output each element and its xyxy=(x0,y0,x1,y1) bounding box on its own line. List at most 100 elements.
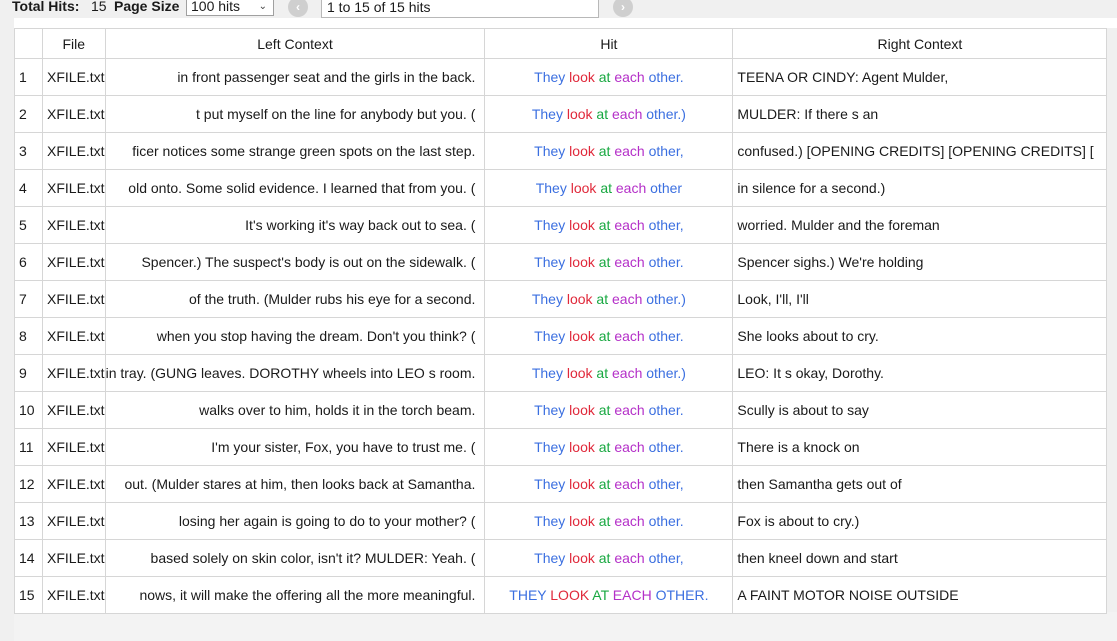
cell-right-context[interactable]: There is a knock on xyxy=(732,428,1108,466)
cell-right-context[interactable]: then Samantha gets out of xyxy=(732,465,1108,503)
hit-word: each xyxy=(614,69,645,85)
cell-right-context[interactable]: confused.) [OPENING CREDITS] [OPENING CR… xyxy=(732,132,1108,170)
cell-file[interactable]: XFILE.txt xyxy=(42,280,106,318)
table-row[interactable]: 12 XFILE.txt out. (Mulder stares at him, t… xyxy=(14,465,1108,503)
left-gutter xyxy=(0,18,14,641)
cell-right-context[interactable]: Fox is about to cry.) xyxy=(732,502,1108,540)
table-row[interactable]: 9 XFILE.txt in tray. (GUNG leaves. DOROTHY… xyxy=(14,354,1108,392)
cell-left-context[interactable]: nows, it will make the offering all the … xyxy=(104,576,486,614)
cell-file[interactable]: XFILE.txt xyxy=(42,502,106,540)
cell-left-context[interactable]: of the truth. (Mulder rubs his eye for a… xyxy=(104,280,486,318)
row-number: 7 xyxy=(14,280,43,318)
cell-hit[interactable]: They look at each other.) xyxy=(484,95,734,133)
cell-left-context[interactable]: t put myself on the line for anybody but… xyxy=(104,95,486,133)
cell-hit[interactable]: They look at each other. xyxy=(484,428,734,466)
cell-right-context[interactable]: worried. Mulder and the foreman xyxy=(732,206,1108,244)
cell-hit[interactable]: They look at each other, xyxy=(484,539,734,577)
table-row[interactable]: 5 XFILE.txt It's working it's way back out… xyxy=(14,206,1108,244)
cell-left-context[interactable]: based solely on skin color, isn't it? MU… xyxy=(104,539,486,577)
cell-left-context[interactable]: It's working it's way back out to sea. ( xyxy=(104,206,486,244)
cell-hit[interactable]: They look at each other. xyxy=(484,391,734,429)
table-row[interactable]: 1 XFILE.txt in front passenger seat and th… xyxy=(14,58,1108,96)
cell-file[interactable]: XFILE.txt xyxy=(42,576,106,614)
table-row[interactable]: 10 XFILE.txt walks over to him, holds it i… xyxy=(14,391,1108,429)
cell-left-context[interactable]: in front passenger seat and the girls in… xyxy=(104,58,486,96)
cell-left-context[interactable]: old onto. Some solid evidence. I learned… xyxy=(104,169,486,207)
cell-left-context[interactable]: in tray. (GUNG leaves. DOROTHY wheels in… xyxy=(104,354,486,392)
cell-right-context[interactable]: Spencer sighs.) We're holding xyxy=(732,243,1108,281)
table-row[interactable]: 13 XFILE.txt losing her again is going to … xyxy=(14,502,1108,540)
cell-left-context[interactable]: I'm your sister, Fox, you have to trust … xyxy=(104,428,486,466)
cell-left-context[interactable]: losing her again is going to do to your … xyxy=(104,502,486,540)
cell-file[interactable]: XFILE.txt xyxy=(42,539,106,577)
cell-file[interactable]: XFILE.txt xyxy=(42,317,106,355)
page-size-select[interactable]: 100 hits ⌄ xyxy=(186,0,274,16)
table-row[interactable]: 4 XFILE.txt old onto. Some solid evidence.… xyxy=(14,169,1108,207)
hit-word: They xyxy=(534,439,566,455)
cell-hit[interactable]: They look at each other, xyxy=(484,132,734,170)
cell-hit[interactable]: They look at each other.) xyxy=(484,280,734,318)
cell-left-context[interactable]: out. (Mulder stares at him, then looks b… xyxy=(104,465,486,503)
cell-right-context[interactable]: in silence for a second.) xyxy=(732,169,1108,207)
left-context-text: in tray. (GUNG leaves. DOROTHY wheels in… xyxy=(105,365,476,381)
header-file[interactable]: File xyxy=(42,28,106,59)
left-context-text: nows, it will make the offering all the … xyxy=(139,587,476,603)
chevron-left-circle-icon[interactable]: ‹ xyxy=(288,0,308,17)
cell-left-context[interactable]: Spencer.) The suspect's body is out on t… xyxy=(104,243,486,281)
cell-right-context[interactable]: MULDER: If there s an xyxy=(732,95,1108,133)
header-hit[interactable]: Hit xyxy=(484,28,734,59)
hit-word: at xyxy=(598,439,611,455)
cell-file[interactable]: XFILE.txt xyxy=(42,95,106,133)
cell-file[interactable]: XFILE.txt xyxy=(42,465,106,503)
cell-file[interactable]: XFILE.txt xyxy=(42,206,106,244)
cell-hit[interactable]: They look at each other. xyxy=(484,58,734,96)
cell-hit[interactable]: They look at each other. xyxy=(484,317,734,355)
header-right-context[interactable]: Right Context xyxy=(732,28,1108,59)
cell-hit[interactable]: They look at each other. xyxy=(484,243,734,281)
cell-left-context[interactable]: when you stop having the dream. Don't yo… xyxy=(104,317,486,355)
cell-hit[interactable]: They look at each other, xyxy=(484,206,734,244)
cell-file[interactable]: XFILE.txt xyxy=(42,169,106,207)
table-row[interactable]: 6 XFILE.txt Spencer.) The suspect's body i… xyxy=(14,243,1108,281)
cell-file[interactable]: XFILE.txt xyxy=(42,132,106,170)
hit-word: at xyxy=(596,365,609,381)
cell-hit[interactable]: They look at each other.) xyxy=(484,354,734,392)
total-hits-label: Total Hits: xyxy=(12,0,80,14)
hit-word: look xyxy=(566,106,593,122)
table-row[interactable]: 14 XFILE.txt based solely on skin color, i… xyxy=(14,539,1108,577)
cell-left-context[interactable]: ficer notices some strange green spots o… xyxy=(104,132,486,170)
table-row[interactable]: 2 XFILE.txt t put myself on the line for a… xyxy=(14,95,1108,133)
cell-right-context[interactable]: Scully is about to say xyxy=(732,391,1108,429)
row-number: 2 xyxy=(14,95,43,133)
cell-file[interactable]: XFILE.txt xyxy=(42,354,106,392)
table-row[interactable]: 15 XFILE.txt nows, it will make the offeri… xyxy=(14,576,1108,614)
hit-word: at xyxy=(598,254,611,270)
header-left-context[interactable]: Left Context xyxy=(104,28,486,59)
table-body: 1 XFILE.txt in front passenger seat and th… xyxy=(14,58,1108,614)
chevron-right-circle-icon[interactable]: › xyxy=(613,0,633,17)
hit-word: They xyxy=(531,365,563,381)
cell-right-context[interactable]: Look, I'll, I'll xyxy=(732,280,1108,318)
cell-right-context[interactable]: She looks about to cry. xyxy=(732,317,1108,355)
cell-hit[interactable]: They look at each other. xyxy=(484,502,734,540)
cell-hit[interactable]: They look at each other xyxy=(484,169,734,207)
cell-file[interactable]: XFILE.txt xyxy=(42,58,106,96)
cell-hit[interactable]: THEY LOOK AT EACH OTHER. xyxy=(484,576,734,614)
hit-word: They xyxy=(534,217,566,233)
cell-hit[interactable]: They look at each other, xyxy=(484,465,734,503)
table-row[interactable]: 3 XFILE.txt ficer notices some strange gre… xyxy=(14,132,1108,170)
table-row[interactable]: 11 XFILE.txt I'm your sister, Fox, you hav… xyxy=(14,428,1108,466)
cell-file[interactable]: XFILE.txt xyxy=(42,391,106,429)
table-row[interactable]: 8 XFILE.txt when you stop having the dream… xyxy=(14,317,1108,355)
table-row[interactable]: 7 XFILE.txt of the truth. (Mulder rubs his… xyxy=(14,280,1108,318)
cell-right-context[interactable]: A FAINT MOTOR NOISE OUTSIDE xyxy=(732,576,1108,614)
cell-file[interactable]: XFILE.txt xyxy=(42,243,106,281)
cell-right-context[interactable]: LEO: It s okay, Dorothy. xyxy=(732,354,1108,392)
cell-right-context[interactable]: TEENA OR CINDY: Agent Mulder, xyxy=(732,58,1108,96)
hits-range-field[interactable]: 1 to 15 of 15 hits xyxy=(321,0,599,18)
cell-left-context[interactable]: walks over to him, holds it in the torch… xyxy=(104,391,486,429)
cell-file[interactable]: XFILE.txt xyxy=(42,428,106,466)
hit-word: other.) xyxy=(646,291,686,307)
cell-right-context[interactable]: then kneel down and start xyxy=(732,539,1108,577)
hit-word: look xyxy=(569,513,595,529)
